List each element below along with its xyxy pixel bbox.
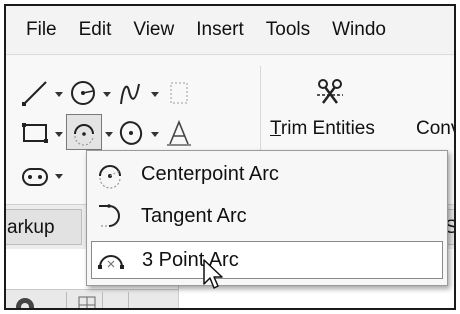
mouse-pointer-icon (203, 259, 223, 289)
plane-icon (170, 82, 188, 104)
trim-entities-mnemonic: T (270, 118, 281, 139)
rectangle-dropdown-caret[interactable] (54, 130, 64, 140)
menu-window[interactable]: Windo (332, 19, 386, 41)
spline-dropdown-caret[interactable] (150, 90, 160, 100)
menu-edit[interactable]: Edit (79, 19, 112, 41)
trim-icon (317, 79, 343, 104)
plane-tool-button[interactable] (164, 78, 194, 108)
menu-item-label: Centerpoint Arc (141, 162, 279, 185)
rectangle-tool-button[interactable] (20, 118, 50, 148)
panel-icon-strip (6, 289, 178, 310)
ellipse-dropdown-caret[interactable] (150, 130, 160, 140)
menu-file[interactable]: File (26, 19, 57, 41)
convert-entities-button[interactable]: Conv (416, 118, 454, 140)
chevron-down-icon (151, 92, 159, 97)
circle-tool-button[interactable] (68, 78, 98, 108)
chevron-down-icon (105, 132, 113, 137)
menu-item-tangent-arc[interactable]: Tangent Arc (91, 197, 443, 235)
chevron-down-icon (103, 92, 111, 97)
spline-tool-button[interactable] (116, 78, 146, 108)
3-point-arc-icon (94, 243, 128, 277)
icon-divider (66, 292, 67, 308)
line-dropdown-caret[interactable] (54, 90, 64, 100)
line-tool-button[interactable] (20, 78, 50, 108)
chevron-down-icon (55, 132, 63, 137)
icon-divider (102, 292, 103, 308)
rectangle-icon (22, 123, 48, 143)
centerpoint-arc-icon (93, 157, 127, 191)
app-window: File Edit View Insert Tools Windo Trim E… (4, 4, 456, 310)
tangent-arc-icon (93, 199, 127, 233)
ellipse-tool-button[interactable] (116, 118, 146, 148)
toolbar-separator (260, 66, 261, 162)
arc-tool-button[interactable] (66, 114, 102, 150)
menu-item-centerpoint-arc[interactable]: Centerpoint Arc (91, 155, 443, 193)
menu-item-label: Tangent Arc (141, 204, 247, 227)
circle-icon (71, 81, 95, 105)
menu-insert[interactable]: Insert (196, 19, 244, 41)
slot-icon (22, 168, 48, 186)
spline-icon (120, 83, 140, 105)
trim-entities-button[interactable]: Trim Entities (270, 118, 375, 140)
trim-entities-label: rim Entities (280, 118, 375, 139)
chevron-down-icon (55, 174, 63, 179)
ellipse-icon (119, 121, 143, 145)
arc-flyout-menu: Centerpoint Arc Tangent Arc 3 Point Arc (86, 150, 448, 286)
tab-markup[interactable]: arkup (6, 209, 82, 245)
centerpoint-arc-icon (74, 124, 94, 146)
line-icon (22, 81, 47, 106)
grid-icon[interactable] (78, 296, 96, 310)
slot-dropdown-caret[interactable] (54, 172, 64, 182)
chevron-down-icon (151, 132, 159, 137)
appearance-icon[interactable] (14, 296, 36, 310)
slot-tool-button[interactable] (20, 162, 50, 192)
text-icon (167, 119, 191, 146)
circle-dropdown-caret[interactable] (102, 90, 112, 100)
menu-item-3-point-arc[interactable]: 3 Point Arc (91, 241, 443, 279)
icon-divider (128, 292, 129, 308)
chevron-down-icon (55, 92, 63, 97)
menu-tools[interactable]: Tools (266, 19, 310, 41)
arc-dropdown-caret[interactable] (104, 130, 114, 140)
menu-view[interactable]: View (133, 19, 174, 41)
text-tool-button[interactable] (164, 118, 194, 148)
trim-entities-icon-button[interactable] (312, 74, 348, 110)
menu-bar: File Edit View Insert Tools Windo (6, 6, 454, 55)
